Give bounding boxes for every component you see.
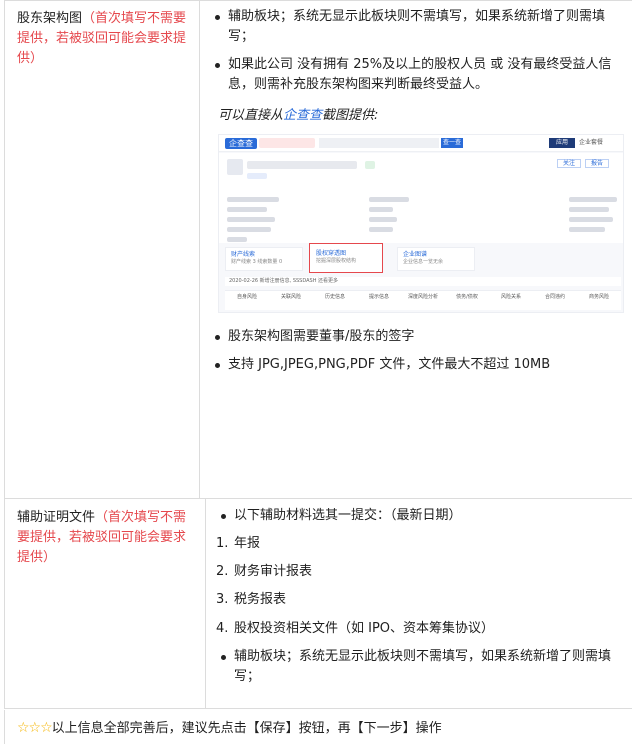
report-button: 报告 — [585, 158, 609, 168]
search-button: 查一查 — [441, 137, 463, 148]
risk-tab: 深度风险分析 — [407, 293, 438, 300]
table-row-supporting-documents: 辅助证明文件（首次填写不需要提供，若被驳回可能会要求提供） 以下辅助材料选其一提… — [5, 499, 632, 709]
list-item: 支持 JPG,JPEG,PNG,PDF 文件，文件最大不超过 10MB — [210, 355, 624, 375]
enterprise-tag: 企业套餐 — [579, 138, 604, 146]
content-table: 股东架构图（首次填写不需要提供，若被驳回可能会要求提供） 辅助板块；系统无显示此… — [4, 0, 632, 709]
bullet-icon — [210, 55, 228, 95]
qichacha-screenshot: 企查查 查一查 应用 企业套餐 关注 报告 财产线索 财产线索 3 线索数量 0… — [218, 133, 624, 313]
bullet-icon — [210, 7, 228, 47]
star-icon: ☆☆☆ — [17, 720, 53, 736]
bullet-icon — [210, 355, 228, 375]
risk-tab: 自身风险 — [236, 293, 257, 300]
risk-tab: 关联风险 — [280, 293, 301, 300]
search-field — [319, 137, 439, 148]
list-item: 辅助板块；系统无显示此板块则不需填写，如果系统新增了则需填写； — [216, 647, 624, 687]
bullet-icon — [210, 327, 228, 347]
numbered-item: 2. 财务审计报表 — [216, 564, 313, 580]
row-label-cell: 辅助证明文件（首次填写不需要提供，若被驳回可能会要求提供） — [5, 499, 206, 708]
update-bar: 2020-02-26 新增注册信息, SSSDASH 还看更多 — [225, 276, 621, 286]
row-label-cell: 股东架构图（首次填写不需要提供，若被驳回可能会要求提供） — [5, 0, 200, 498]
property-clue-card: 财产线索 财产线索 3 线索数量 0 — [225, 246, 303, 271]
app-tag: 应用 — [549, 137, 575, 148]
list-item: 如果此公司 没有拥有 25%及以上的股权人员 或 没有最终受益人信息，则需补充股… — [210, 55, 624, 95]
screenshot-intro: 可以直接从企查查截图提供: — [218, 107, 379, 123]
row-label: 辅助证明文件 — [17, 510, 96, 525]
risk-tab: 历史信息 — [324, 293, 345, 300]
numbered-item: 3. 税务报表 — [216, 592, 287, 608]
qichacha-link[interactable]: 企查查 — [283, 108, 322, 123]
risk-tab-bar: 自身风险 关联风险 历史信息 提示信息 深度风险分析 债务/债权 风险关系 合同… — [225, 289, 621, 310]
list-item: 股东架构图需要董事/股东的签字 — [210, 327, 624, 347]
footer-text: 以上信息全部完善后，建议先点击【保存】按钮，再【下一步】操作 — [51, 721, 442, 736]
enterprise-graph-card: 企业图谱 企业信息一览无余 — [397, 246, 475, 271]
risk-tab: 商务风险 — [588, 293, 609, 300]
qichacha-logo: 企查查 — [225, 137, 257, 149]
row-label: 股东架构图 — [17, 11, 83, 26]
risk-tab: 提示信息 — [368, 293, 389, 300]
bullet-icon — [216, 506, 234, 526]
numbered-item: 4. 股权投资相关文件（如 IPO、资本筹集协议） — [216, 620, 495, 636]
risk-tab: 合同违约 — [544, 293, 565, 300]
risk-tab: 风险关系 — [500, 293, 521, 300]
table-row-shareholder-structure: 股东架构图（首次填写不需要提供，若被驳回可能会要求提供） 辅助板块；系统无显示此… — [5, 0, 632, 499]
list-item: 以下辅助材料选其一提交：（最新日期） — [216, 506, 624, 526]
bullet-icon — [216, 647, 234, 687]
row-content-cell: 辅助板块；系统无显示此板块则不需填写，如果系统新增了则需填写； 如果此公司 没有… — [200, 0, 632, 498]
numbered-item: 1. 年报 — [216, 536, 261, 552]
follow-button: 关注 — [557, 158, 581, 168]
list-item: 辅助板块；系统无显示此板块则不需填写，如果系统新增了则需填写； — [210, 7, 624, 47]
risk-tab: 债务/债权 — [456, 293, 478, 300]
footer-tip: ☆☆☆以上信息全部完善后，建议先点击【保存】按钮，再【下一步】操作 — [4, 710, 632, 744]
row-content-cell: 以下辅助材料选其一提交：（最新日期） 1. 年报 2. 财务审计报表 3. 税务报表 … — [206, 499, 632, 708]
equity-penetration-card: 股权穿透图 挖掘深层股权结构 — [309, 242, 383, 273]
